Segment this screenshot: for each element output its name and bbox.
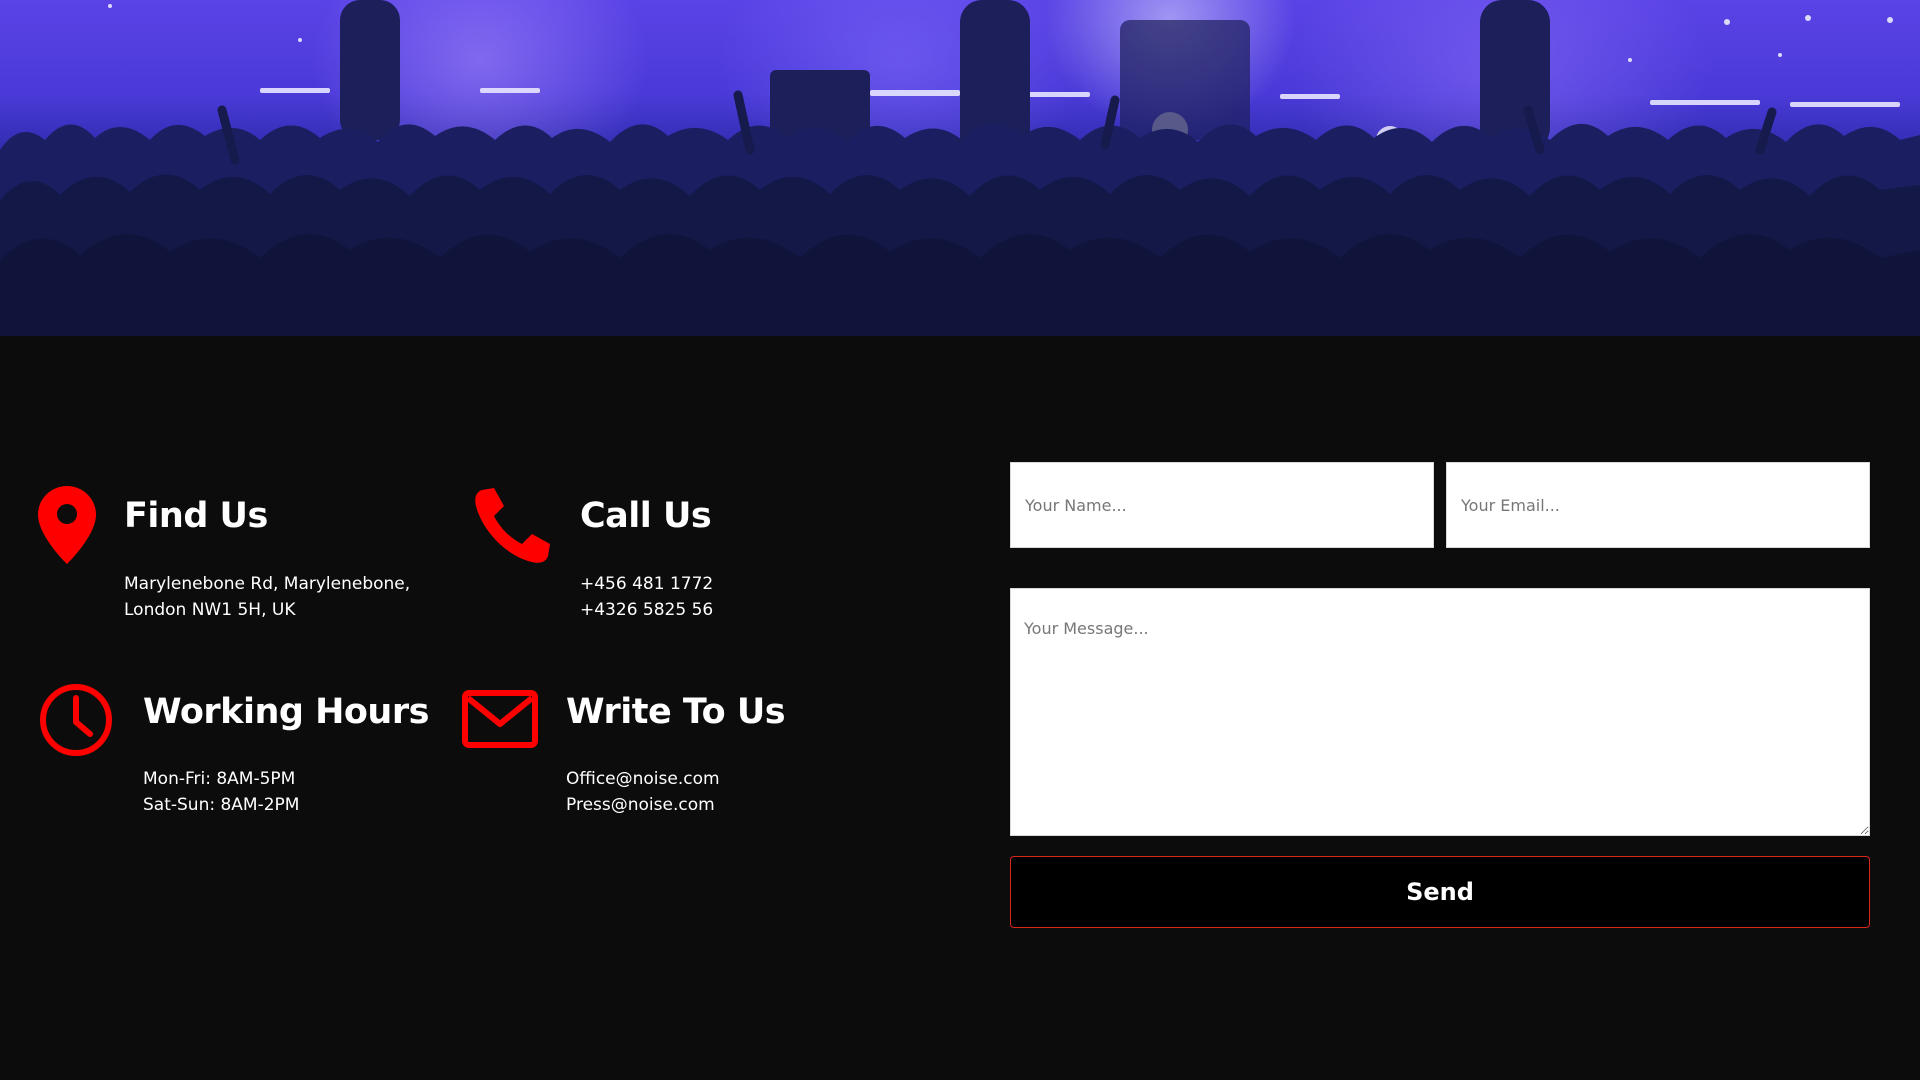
call-us-title: Call Us (580, 496, 712, 536)
call-us-line-1[interactable]: +456 481 1772 (580, 571, 713, 597)
name-input[interactable] (1010, 462, 1434, 548)
message-textarea[interactable] (1010, 588, 1870, 836)
phone-icon (475, 488, 550, 563)
map-pin-icon (38, 486, 96, 564)
concert-crowd-illustration (0, 0, 1920, 336)
write-to-us-line-1[interactable]: Office@noise.com (566, 766, 720, 792)
hero-concert-image (0, 0, 1920, 336)
working-hours-title: Working Hours (143, 692, 429, 732)
write-to-us-line-2[interactable]: Press@noise.com (566, 792, 715, 818)
find-us-title: Find Us (124, 496, 268, 536)
working-hours-line-2: Sat-Sun: 8AM-2PM (143, 795, 300, 815)
email-input[interactable] (1446, 462, 1870, 548)
find-us-line-2: London NW1 5H, UK (124, 600, 296, 620)
call-us-line-2[interactable]: +4326 5825 56 (580, 597, 713, 623)
working-hours-line-1: Mon-Fri: 8AM-5PM (143, 769, 296, 789)
envelope-icon (462, 690, 538, 748)
clock-icon (40, 684, 112, 756)
find-us-line-1: Marylenebone Rd, Marylenebone, (124, 574, 411, 594)
send-button[interactable]: Send (1010, 856, 1870, 928)
write-to-us-title: Write To Us (566, 692, 786, 732)
